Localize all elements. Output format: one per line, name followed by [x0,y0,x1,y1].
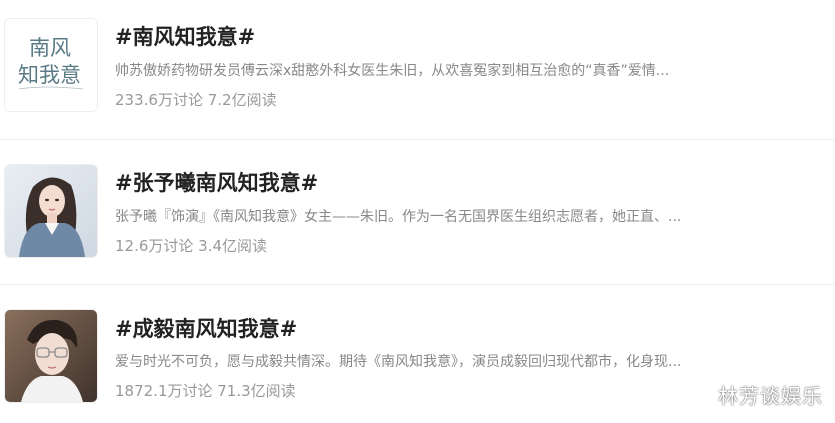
svg-text:知我意: 知我意 [18,63,81,87]
drama-logo-image: 南风 知我意 [5,19,97,111]
topic-thumbnail[interactable] [4,309,98,403]
actress-photo-image [5,165,97,257]
topic-title[interactable]: #张予曦南风知我意# [115,167,318,197]
actor-photo-image [5,310,97,402]
topic-description: 帅苏傲娇药物研发员傅云深x甜憨外科女医生朱旧，从欢喜冤家到相互治愈的“真香”爱情… [115,63,670,79]
watermark-text: 林芳谈娱乐 [718,384,823,408]
svg-text:南风: 南风 [29,36,71,60]
topic-list: 南风 知我意 #南风知我意# 帅苏傲娇药物研发员傅云深x甜憨外科女医生朱旧，从欢… [0,0,835,423]
topic-item[interactable]: 南风 知我意 #南风知我意# 帅苏傲娇药物研发员傅云深x甜憨外科女医生朱旧，从欢… [0,0,835,140]
topic-title[interactable]: #南风知我意# [115,21,255,51]
topic-stats: 12.6万讨论 3.4亿阅读 [115,237,268,255]
topic-stats: 1872.1万讨论 71.3亿阅读 [115,382,296,400]
topic-item[interactable]: #张予曦南风知我意# 张予曦『饰演』《南风知我意》女主——朱旧。作为一名无国界医… [0,140,835,285]
topic-thumbnail[interactable] [4,164,98,258]
topic-title[interactable]: #成毅南风知我意# [115,313,297,343]
topic-description: 爱与时光不可负，愿与成毅共情深。期待《南风知我意》，演员成毅回归现代都市，化身现… [115,354,682,370]
topic-stats: 233.6万讨论 7.2亿阅读 [115,91,277,109]
topic-item[interactable]: #成毅南风知我意# 爱与时光不可负，愿与成毅共情深。期待《南风知我意》，演员成毅… [0,285,835,423]
topic-thumbnail[interactable]: 南风 知我意 [4,18,98,112]
topic-description: 张予曦『饰演』《南风知我意》女主——朱旧。作为一名无国界医生组织志愿者，她正直、… [115,209,682,225]
